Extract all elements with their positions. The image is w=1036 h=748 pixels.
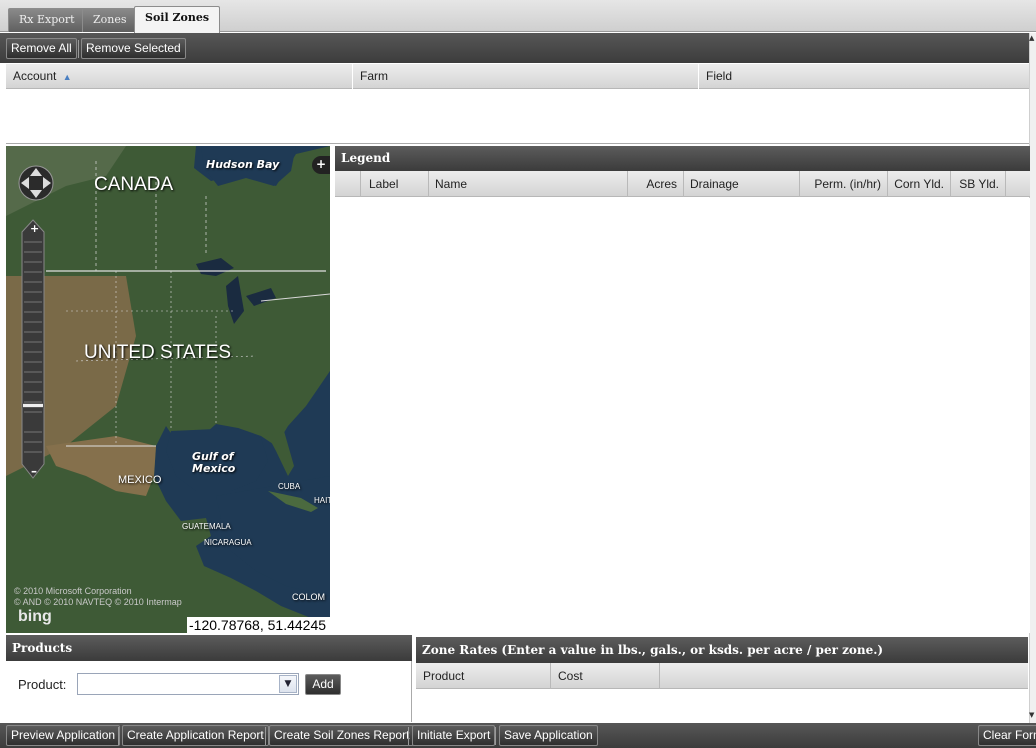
map-label-colombia: COLOM xyxy=(292,592,326,602)
action-separator xyxy=(265,727,266,745)
products-panel: Product: ▼ Add xyxy=(6,661,412,722)
tab-soil-zones[interactable]: Soil Zones xyxy=(134,6,221,33)
column-header-field[interactable]: Field xyxy=(699,64,1030,89)
tab-zones[interactable]: Zones xyxy=(82,8,138,32)
column-header-account[interactable]: Account ▲ xyxy=(6,64,353,89)
map-label-canada: CANADA xyxy=(94,174,174,195)
product-label: Product: xyxy=(18,677,67,692)
column-header-select[interactable] xyxy=(335,171,361,197)
map-label-cuba: CUBA xyxy=(278,482,301,491)
remove-all-button[interactable]: Remove All xyxy=(6,38,77,59)
column-header-label: Account xyxy=(13,69,57,83)
preview-application-button[interactable]: Preview Application xyxy=(6,725,121,746)
zone-rates-grid-body[interactable] xyxy=(416,690,1028,722)
map-expand-icon[interactable]: + xyxy=(312,156,330,174)
clear-form-button[interactable]: Clear Form xyxy=(978,725,1036,746)
remove-selected-button[interactable]: Remove Selected xyxy=(81,38,186,59)
column-header-name[interactable]: Name xyxy=(429,171,628,197)
column-header-farm[interactable]: Farm xyxy=(353,64,699,89)
column-header-product[interactable]: Product xyxy=(416,663,551,689)
satellite-map-image xyxy=(6,146,330,633)
scroll-down-icon[interactable]: ▼ xyxy=(1029,711,1034,719)
map-label-united-states: UNITED STATES xyxy=(84,342,232,363)
column-header-corn-yield[interactable]: Corn Yld. xyxy=(888,171,951,197)
map-copyright: © 2010 Microsoft Corporation © AND © 201… xyxy=(14,586,182,608)
legend-grid-header: Label Name Acres Drainage Perm. (in/hr) … xyxy=(335,171,1030,197)
tab-bar: Rx Export Zones Soil Zones xyxy=(0,0,1036,33)
account-grid-header: Account ▲ Farm Field xyxy=(6,64,1030,89)
zoom-in-icon[interactable]: + xyxy=(30,222,39,235)
scroll-up-icon[interactable]: ▲ xyxy=(1029,34,1034,42)
bottom-action-bar: Preview Application Create Application R… xyxy=(0,723,1036,748)
bing-logo: bing xyxy=(18,608,52,625)
column-header-permeability[interactable]: Perm. (in/hr) xyxy=(800,171,888,197)
page-scrollbar[interactable]: ▲ ▼ xyxy=(1029,33,1036,723)
create-soil-zones-report-button[interactable]: Create Soil Zones Report xyxy=(269,725,415,746)
legend-title: Legend xyxy=(335,146,1030,171)
grid-toolbar: Remove All Remove Selected xyxy=(0,33,1030,63)
column-header-filler xyxy=(1006,171,1030,197)
map-copyright-line-1: © 2010 Microsoft Corporation xyxy=(14,586,132,596)
column-header-acres[interactable]: Acres xyxy=(628,171,684,197)
column-header-drainage[interactable]: Drainage xyxy=(684,171,800,197)
map-zoom-slider[interactable] xyxy=(20,218,46,482)
legend-grid-body[interactable] xyxy=(335,198,1030,633)
zone-rates-grid-header: Product Cost xyxy=(416,663,1028,689)
product-select[interactable]: ▼ xyxy=(77,673,299,695)
save-application-button[interactable]: Save Application xyxy=(499,725,598,746)
map-coordinates: -120.78768, 51.44245 xyxy=(187,617,330,633)
toolbar-separator xyxy=(78,40,79,58)
initiate-export-button[interactable]: Initiate Export xyxy=(412,725,496,746)
action-separator xyxy=(495,727,496,745)
zoom-out-icon[interactable]: – xyxy=(31,464,37,478)
zoom-slider-thumb[interactable] xyxy=(22,403,44,408)
map-label-haiti: HAITI xyxy=(314,496,330,505)
map-copyright-line-2: © AND © 2010 NAVTEQ © 2010 Intermap xyxy=(14,597,182,607)
column-header-label[interactable]: Label xyxy=(361,171,429,197)
account-grid-body[interactable] xyxy=(6,89,1030,144)
pan-down-icon[interactable] xyxy=(32,190,44,200)
add-product-button[interactable]: Add xyxy=(305,674,341,695)
map-label-hudson-bay: Hudson Bay xyxy=(206,158,280,171)
map-label-mexico: MEXICO xyxy=(118,474,162,486)
products-title: Products xyxy=(6,635,412,661)
map-view[interactable]: Hudson Bay CANADA UNITED STATES Gulf of … xyxy=(6,146,330,633)
action-separator xyxy=(118,727,119,745)
column-header-cost[interactable]: Cost xyxy=(551,663,660,689)
pan-up-icon[interactable] xyxy=(32,166,44,176)
create-application-report-button[interactable]: Create Application Report xyxy=(122,725,269,746)
column-header-soybean-yield[interactable]: SB Yld. xyxy=(951,171,1006,197)
chevron-down-icon[interactable]: ▼ xyxy=(279,675,297,693)
map-label-nicaragua: NICARAGUA xyxy=(204,538,252,547)
tab-rx-export[interactable]: Rx Export xyxy=(8,8,86,32)
pan-left-icon[interactable] xyxy=(19,178,29,190)
action-separator xyxy=(408,727,409,745)
zone-rates-title: Zone Rates (Enter a value in lbs., gals.… xyxy=(416,637,1028,663)
sort-ascending-icon: ▲ xyxy=(62,72,72,82)
map-label-mexico-gulf: Mexico xyxy=(192,462,236,475)
map-label-guatemala: GUATEMALA xyxy=(182,522,231,531)
pan-right-icon[interactable] xyxy=(47,178,57,190)
